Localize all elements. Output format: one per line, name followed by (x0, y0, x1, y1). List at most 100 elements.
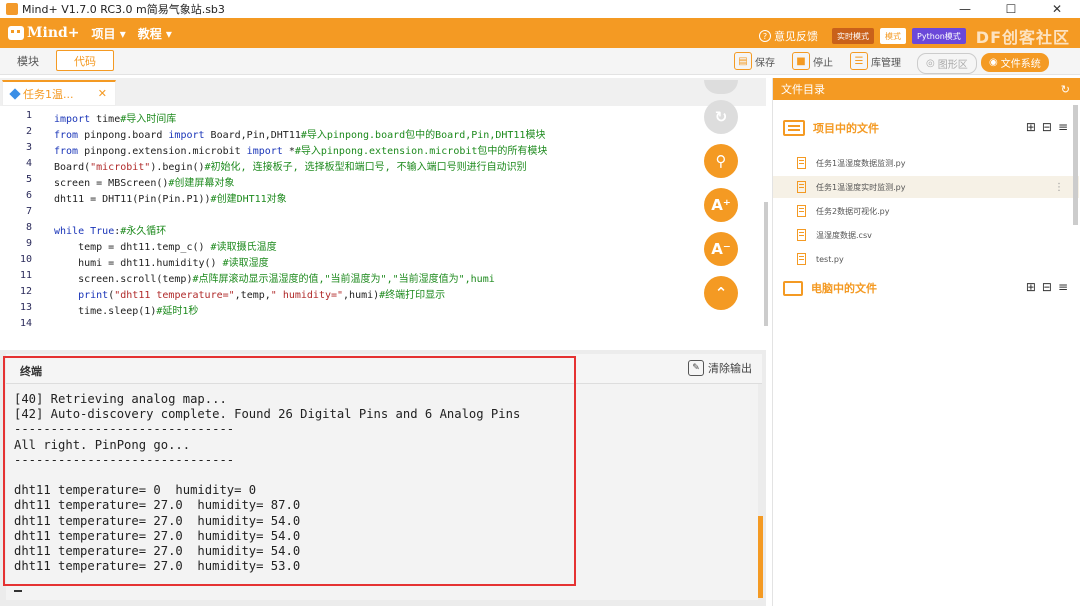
save-button[interactable]: ▤ 保存 (734, 52, 775, 70)
terminal-cursor (14, 590, 22, 592)
realtime-mode-button[interactable]: 实时模式 (832, 28, 875, 44)
python-file-icon (9, 87, 21, 100)
library-icon: ☰ (850, 52, 868, 70)
search-icon[interactable]: ⚲ (704, 144, 738, 178)
stop-icon: ■ (792, 52, 810, 70)
new-file-icon[interactable]: ⊞ (1026, 120, 1036, 134)
file-directory-header: 文件目录 ↻ (773, 78, 1080, 100)
new-file-icon[interactable]: ⊞ (1026, 280, 1036, 294)
file-item[interactable]: 温湿度数据.csv (773, 224, 1079, 246)
refresh-icon[interactable]: ↻ (1061, 83, 1070, 96)
redo-icon[interactable]: ↻ (704, 100, 738, 134)
line-number: 4 (25, 158, 32, 169)
editor-file-tab[interactable]: 任务1温... ✕ (2, 80, 116, 106)
code-line: humi = dht11.humidity() #读取湿度 (54, 258, 269, 269)
feedback-button[interactable]: ? 意见反馈 (759, 28, 818, 44)
file-item[interactable]: test.py (773, 248, 1079, 270)
filesystem-button[interactable]: ◉ 文件系统 (981, 53, 1049, 72)
file-directory-title: 文件目录 (781, 83, 825, 96)
collapse-up-icon[interactable]: ⌃ (704, 276, 738, 310)
line-number: 2 (25, 126, 32, 137)
monitor-icon (783, 280, 803, 296)
project-files-section[interactable]: 项目中的文件 (783, 120, 879, 136)
code-line: screen.scroll(temp)#点阵屏滚动显示温湿度的值,"当前温度为"… (54, 274, 495, 285)
computer-files-label: 电脑中的文件 (811, 282, 877, 295)
code-line: import time#导入时间库 (54, 114, 177, 125)
graph-area-button[interactable]: ◎ 图形区 (917, 53, 977, 74)
file-item[interactable]: 任务2数据可视化.py (773, 200, 1079, 222)
font-decrease-icon[interactable]: A⁻ (704, 232, 738, 266)
graph-label: 图形区 (937, 60, 968, 71)
file-icon (797, 157, 806, 169)
menu-icon[interactable]: ≡ (1058, 280, 1068, 294)
file-name: 任务1温湿度数据监测.py (816, 158, 906, 168)
library-label: 库管理 (871, 57, 901, 69)
save-label: 保存 (755, 57, 775, 69)
file-name: 任务2数据可视化.py (816, 206, 890, 216)
clear-output-button[interactable]: ✎ 清除输出 (688, 360, 752, 376)
annotation-highlight-box (3, 356, 576, 586)
new-folder-icon[interactable]: ⊟ (1042, 280, 1052, 294)
code-line: from pinpong.extension.microbit import *… (54, 146, 548, 157)
stop-button[interactable]: ■ 停止 (792, 52, 833, 70)
line-number: 12 (19, 286, 32, 297)
robot-icon (8, 26, 24, 40)
line-number: 14 (19, 318, 32, 329)
line-number: 6 (25, 190, 32, 201)
code-line: print("dht11 temperature=",temp," humidi… (78, 290, 446, 301)
code-line: while True:#永久循环 (54, 226, 167, 237)
file-tab-label: 任务1温... (23, 87, 74, 101)
line-number: 9 (25, 238, 32, 249)
maximize-icon[interactable]: ☐ (988, 0, 1034, 18)
tab-code[interactable]: 代码 (56, 50, 114, 71)
question-icon: ? (759, 30, 772, 42)
logo-text: Mind+ (27, 25, 80, 41)
line-number: 1 (25, 110, 32, 121)
upload-mode-button[interactable]: 模式 (880, 28, 907, 44)
project-files-actions: ⊞ ⊟ ≡ (1026, 120, 1068, 134)
terminal-scrollbar[interactable] (758, 516, 763, 598)
clear-icon: ✎ (688, 360, 704, 376)
line-number: 3 (25, 142, 32, 153)
python-mode-button[interactable]: Python模式 (912, 28, 966, 44)
window-controls: — ☐ ✕ (942, 0, 1080, 18)
new-folder-icon[interactable]: ⊟ (1042, 120, 1052, 134)
file-item[interactable]: 任务1温湿度实时监测.py ⋮ (773, 176, 1079, 198)
line-number: 8 (25, 222, 32, 233)
tab-blocks[interactable]: 模块 (6, 50, 50, 71)
font-increase-icon[interactable]: A⁺ (704, 188, 738, 222)
feedback-label: 意见反馈 (774, 30, 819, 43)
close-icon[interactable]: ✕ (1034, 0, 1080, 18)
file-icon (797, 181, 806, 193)
file-directory-panel: 文件目录 ↻ 项目中的文件 ⊞ ⊟ ≡ 任务1温湿度数据监测.py 任务1温湿度实时监… (772, 78, 1080, 606)
title-bar: Mind+ V1.7.0 RC3.0 m简易气象站.sb3 — ☐ ✕ (0, 0, 1080, 18)
file-panel-scrollbar[interactable] (1073, 105, 1078, 225)
code-line: from pinpong.board import Board,Pin,DHT1… (54, 130, 546, 141)
watermark: DF创客社区 (975, 28, 1070, 47)
menu-icon[interactable]: ≡ (1058, 120, 1068, 134)
computer-files-section[interactable]: 电脑中的文件 (783, 280, 877, 296)
line-number: 11 (19, 270, 32, 281)
code-line: temp = dht11.temp_c() #读取摄氏温度 (54, 242, 277, 253)
window-title: Mind+ V1.7.0 RC3.0 m简易气象站.sb3 (22, 3, 225, 16)
menu-bar: Mind+ 项目 ▾ 教程 ▾ ? 意见反馈 实时模式 模式 Python模式 D… (0, 18, 1080, 48)
line-number: 13 (19, 302, 32, 313)
toolbar: 模块 代码 ▤ 保存 ■ 停止 ☰ 库管理 ◎ 图形区 ◉ 文件系统 (0, 48, 1080, 75)
code-editor[interactable]: 1 2 3 4 5 6 7 8 9 10 11 12 13 14 import time#导入时间库 fr… (0, 106, 768, 350)
file-name: 任务1温湿度实时监测.py (816, 182, 906, 192)
code-line: dht11 = DHT11(Pin(Pin.P1))#创建DHT11对象 (54, 194, 287, 205)
line-number: 10 (19, 254, 32, 265)
code-line: time.sleep(1)#延时1秒 (54, 306, 199, 317)
menu-tutorial[interactable]: 教程 ▾ (138, 25, 172, 42)
library-button[interactable]: ☰ 库管理 (850, 52, 901, 70)
close-tab-icon[interactable]: ✕ (98, 87, 107, 100)
menu-project[interactable]: 项目 ▾ (92, 25, 126, 42)
code-line: Board("microbit").begin()#初始化, 连接板子, 选择板… (54, 162, 527, 173)
editor-scrollbar[interactable] (764, 202, 768, 326)
file-item[interactable]: 任务1温湿度数据监测.py (773, 152, 1079, 174)
minimize-icon[interactable]: — (942, 0, 988, 18)
more-options-icon[interactable]: ⋮ (1054, 182, 1064, 193)
code-line: screen = MBScreen()#创建屏幕对象 (54, 178, 235, 189)
computer-files-actions: ⊞ ⊟ ≡ (1026, 280, 1068, 294)
save-icon: ▤ (734, 52, 752, 70)
